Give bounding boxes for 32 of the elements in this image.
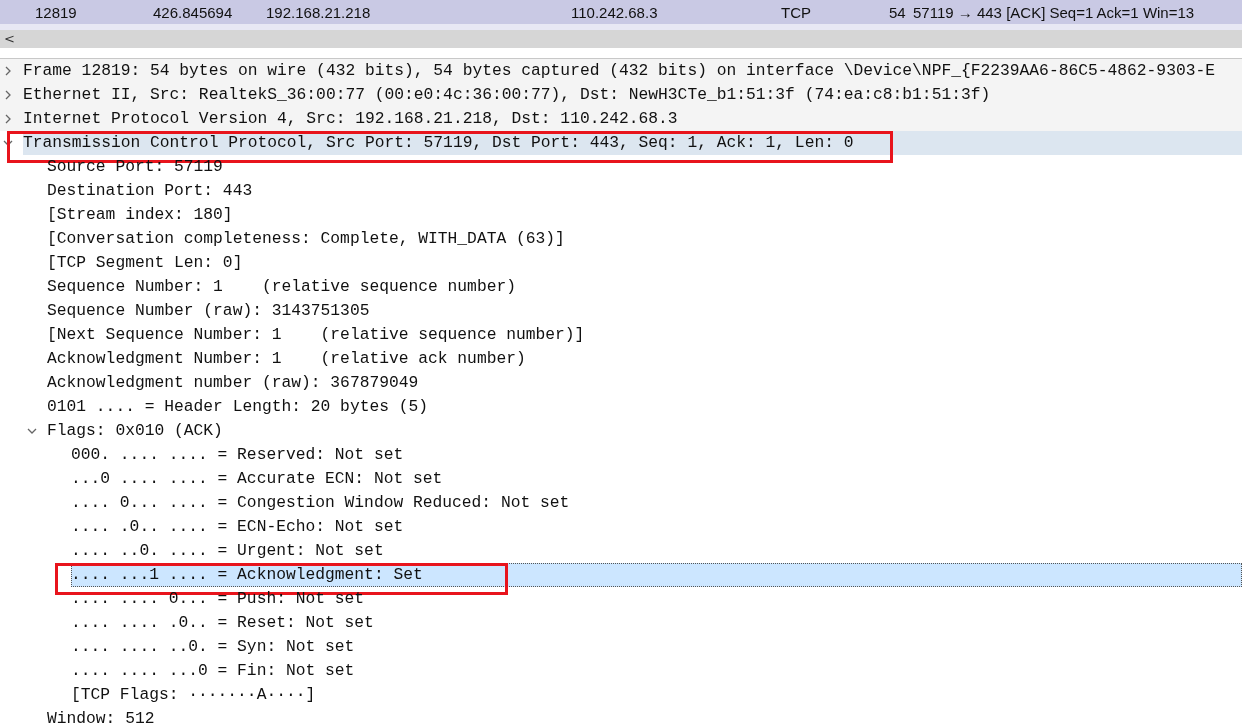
tree-item[interactable]: [Conversation completeness: Complete, WITH_DATA (63)] xyxy=(47,227,565,251)
tree-item[interactable]: .... .... ..0. = Syn: Not set xyxy=(71,635,355,659)
table-cell-text: 57119 → 443 [ACK] Seq=1 Ack=1 Win=13 xyxy=(913,3,1196,21)
tree-item[interactable]: [Stream index: 180] xyxy=(47,203,233,227)
table-cell-text: 426.845694 xyxy=(153,3,234,21)
table-cell-text: 12819 xyxy=(34,3,78,21)
table-cell-text: 192.168.21.218 xyxy=(266,3,372,21)
tree-item[interactable]: Destination Port: 443 xyxy=(47,179,253,203)
tree-item[interactable]: Sequence Number: 1 (relative sequence number) xyxy=(47,275,516,299)
tree-item[interactable]: 000. .... .... = Reserved: Not set xyxy=(71,443,404,467)
tree-item[interactable]: .... ..0. .... = Urgent: Not set xyxy=(71,539,384,563)
tree-item[interactable]: [TCP Segment Len: 0] xyxy=(47,251,243,275)
tree-item[interactable]: .... .0.. .... = ECN-Echo: Not set xyxy=(71,515,404,539)
table-cell-text: TCP xyxy=(781,3,812,21)
tree-item[interactable]: [Next Sequence Number: 1 (relative sequence number)] xyxy=(47,323,585,347)
tree-item[interactable]: .... .... .0.. = Reset: Not set xyxy=(71,611,374,635)
tree-item[interactable]: 0101 .... = Header Length: 20 bytes (5) xyxy=(47,395,429,419)
tree-item[interactable]: Sequence Number (raw): 3143751305 xyxy=(47,299,370,323)
tree-item[interactable]: .... .... 0... = Push: Not set xyxy=(71,587,365,611)
tree-item[interactable]: Source Port: 57119 xyxy=(47,155,223,179)
tree-item[interactable]: Acknowledgment Number: 1 (relative ack number) xyxy=(47,347,526,371)
table-cell-text: 110.242.68.3 xyxy=(571,3,659,21)
tree-item[interactable]: Window: 512 xyxy=(47,707,155,724)
tree-item[interactable]: Acknowledgment number (raw): 367879049 xyxy=(47,371,419,395)
tree-item[interactable]: Flags: 0x010 (ACK) xyxy=(47,419,223,443)
tree-item[interactable]: .... .... ...0 = Fin: Not set xyxy=(71,659,355,683)
table-cell-text: 54 xyxy=(889,3,907,21)
horizontal-scrollbar[interactable]: < xyxy=(0,30,1242,48)
tree-item[interactable]: ...0 .... .... = Accurate ECN: Not set xyxy=(71,467,443,491)
tree-item[interactable]: .... 0... .... = Congestion Window Reduced: Not set xyxy=(71,491,570,515)
tree-item[interactable]: [TCP Flags: ·······A····] xyxy=(71,683,316,707)
scroll-left-button[interactable]: < xyxy=(0,30,19,48)
